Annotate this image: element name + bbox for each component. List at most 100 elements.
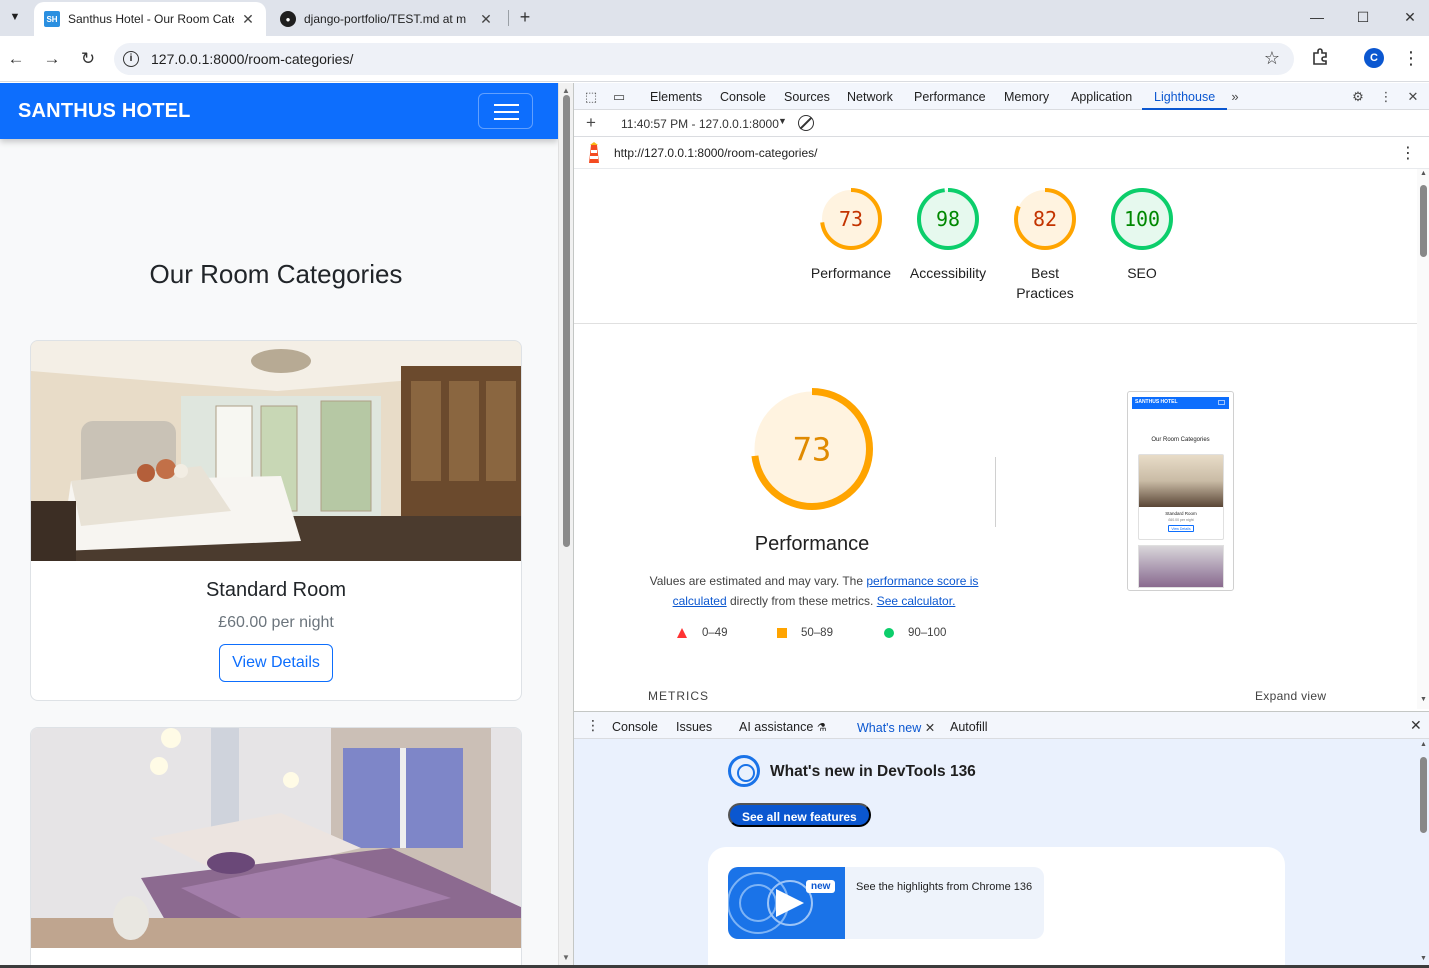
tab-search-chevron-icon[interactable]: ▼ [4,6,26,28]
new-badge: new [806,880,836,893]
report-menu-icon[interactable]: ⋮ [1400,143,1416,163]
profile-avatar[interactable]: C [1364,48,1384,68]
drawer-tab-whats-new[interactable]: What's new ✕ [846,720,950,741]
scroll-up-icon[interactable]: ▲ [1420,170,1427,177]
more-tabs-chevron-icon[interactable]: » [1226,88,1244,106]
thumb-heading: Our Room Categories [1151,437,1210,443]
whats-new-title: What's new in DevTools 136 [770,763,976,780]
gauge-performance[interactable]: 73 [819,187,883,251]
tab-performance[interactable]: Performance [914,90,986,104]
thumb-menu-icon [1218,400,1225,405]
scroll-down-icon[interactable]: ▼ [562,953,570,962]
address-bar[interactable]: i 127.0.0.1:8000/room-categories/ ☆ [114,43,1294,75]
see-all-features-button[interactable]: See all new features [728,803,871,827]
window-close-icon[interactable]: ✕ [1398,6,1422,28]
close-whats-new-icon[interactable]: ✕ [925,721,935,735]
reload-icon[interactable]: ↻ [77,48,99,70]
tab-console[interactable]: Console [720,90,766,104]
expand-view-toggle[interactable]: Expand view [1255,689,1326,703]
video-thumbnail[interactable]: new [728,867,845,939]
page-scroll-thumb[interactable] [563,95,570,547]
room-photo-second [31,728,521,948]
drawer-tab-ai-assistance[interactable]: AI assistance ⚗ [739,720,827,734]
forward-arrow-icon[interactable]: → [41,48,63,70]
report-url[interactable]: http://127.0.0.1:8000/room-categories/ [614,146,817,160]
highlights-item[interactable]: new See the highlights from Chrome 136 [728,867,1044,939]
gauge-value: 98 [936,207,960,231]
highlights-card: new See the highlights from Chrome 136 [708,847,1285,968]
see-calculator-link[interactable]: See calculator. [877,594,956,608]
close-devtools-icon[interactable]: ✕ [1404,88,1422,106]
orange-square-icon [777,628,787,638]
drawer-scrollbar[interactable]: ▲ ▼ [1417,739,1429,968]
tab-sources[interactable]: Sources [784,90,830,104]
browser-menu-icon[interactable]: ⋮ [1402,46,1420,70]
bookmark-star-icon[interactable]: ☆ [1264,48,1280,69]
report-dropdown-icon[interactable]: ▼ [778,116,787,126]
gauge-seo[interactable]: 100 [1110,187,1174,251]
address-url[interactable]: 127.0.0.1:8000/room-categories/ [151,51,353,67]
highlights-text: See the highlights from Chrome 136 [856,881,1033,893]
scroll-down-icon[interactable]: ▼ [1420,696,1427,703]
page-viewport: SANTHUS HOTEL Our Room Categories Standa… [0,83,558,968]
tab-lighthouse[interactable]: Lighthouse [1141,90,1228,110]
site-info-icon[interactable]: i [123,51,139,67]
drawer-scroll-thumb[interactable] [1420,757,1427,833]
inspect-element-icon[interactable]: ⬚ [582,88,600,106]
tab-memory[interactable]: Memory [1004,90,1049,104]
scroll-up-icon[interactable]: ▲ [1420,741,1427,748]
report-scrollbar[interactable]: ▲ ▼ [1417,169,1429,709]
flask-icon: ⚗ [816,722,827,734]
page-scrollbar[interactable]: ▲ ▼ [558,83,573,968]
santhus-favicon-icon: SH [44,11,60,27]
extensions-puzzle-icon[interactable] [1310,48,1330,68]
thumb-brand: SANTHUS HOTEL [1135,399,1178,405]
new-report-plus-icon[interactable]: + [582,114,600,132]
thumb-button: View Details [1168,525,1194,532]
gauge-best-practices[interactable]: 82 [1013,187,1077,251]
close-tab-icon[interactable]: ✕ [478,11,494,28]
maximize-icon[interactable]: ☐ [1351,6,1375,28]
tab-elements[interactable]: Elements [650,90,702,104]
new-tab-plus-icon[interactable]: + [514,6,536,28]
tab-application[interactable]: Application [1071,90,1132,104]
gauge-accessibility[interactable]: 98 [916,187,980,251]
gauge-svg: 73 [820,188,882,250]
red-triangle-icon [677,628,687,638]
metrics-heading: METRICS [648,689,709,703]
tab-network[interactable]: Network [847,90,893,104]
drawer-tab-console[interactable]: Console [612,720,658,734]
lighthouse-logo-icon [589,142,599,163]
browser-tab-active[interactable]: SH Santhus Hotel - Our Room Cate ✕ [34,2,266,36]
gauge-svg: 82 [1014,188,1076,250]
report-scroll-thumb[interactable] [1420,185,1427,257]
device-toolbar-icon[interactable]: ▭ [610,88,628,106]
scroll-down-icon[interactable]: ▼ [1420,955,1427,962]
site-brand[interactable]: SANTHUS HOTEL [18,100,191,123]
drawer-menu-icon[interactable]: ⋮ [586,717,600,734]
report-selector[interactable]: 11:40:57 PM - 127.0.0.1:8000 [621,117,779,131]
room-name: Standard Room [205,579,347,601]
clear-reports-icon[interactable] [798,115,814,131]
navbar-toggler-menu-icon[interactable] [478,93,533,129]
minimize-icon[interactable]: — [1305,6,1329,28]
gauge-label-accessibility: Accessibility [909,265,987,281]
settings-gear-icon[interactable]: ⚙ [1349,88,1367,106]
drawer-tab-autofill[interactable]: Autofill [950,720,988,734]
view-details-button[interactable]: View Details [219,644,333,682]
room-price: £60.00 per night [218,614,334,631]
devtools-menu-icon[interactable]: ⋮ [1377,88,1395,106]
gauge-value: 82 [1033,207,1057,231]
drawer-tab-issues[interactable]: Issues [676,720,712,734]
legend-fail: 0–49 [676,627,728,639]
section-divider [574,323,1417,324]
scroll-up-icon[interactable]: ▲ [562,86,570,95]
devtools-tabbar: ⬚ ▭ Elements Console Sources Network Per… [574,83,1429,110]
browser-tab-github[interactable]: ● django-portfolio/TEST.md at m ✕ [270,2,504,36]
close-tab-icon[interactable]: ✕ [240,11,256,28]
gauge-value: 100 [1124,207,1160,231]
close-drawer-icon[interactable]: ✕ [1410,717,1422,734]
back-arrow-icon[interactable]: ← [5,48,27,70]
final-screenshot-thumbnail[interactable]: SANTHUS HOTEL Our Room Categories Standa… [1127,391,1234,591]
performance-description: Values are estimated and may vary. The p… [644,571,984,611]
